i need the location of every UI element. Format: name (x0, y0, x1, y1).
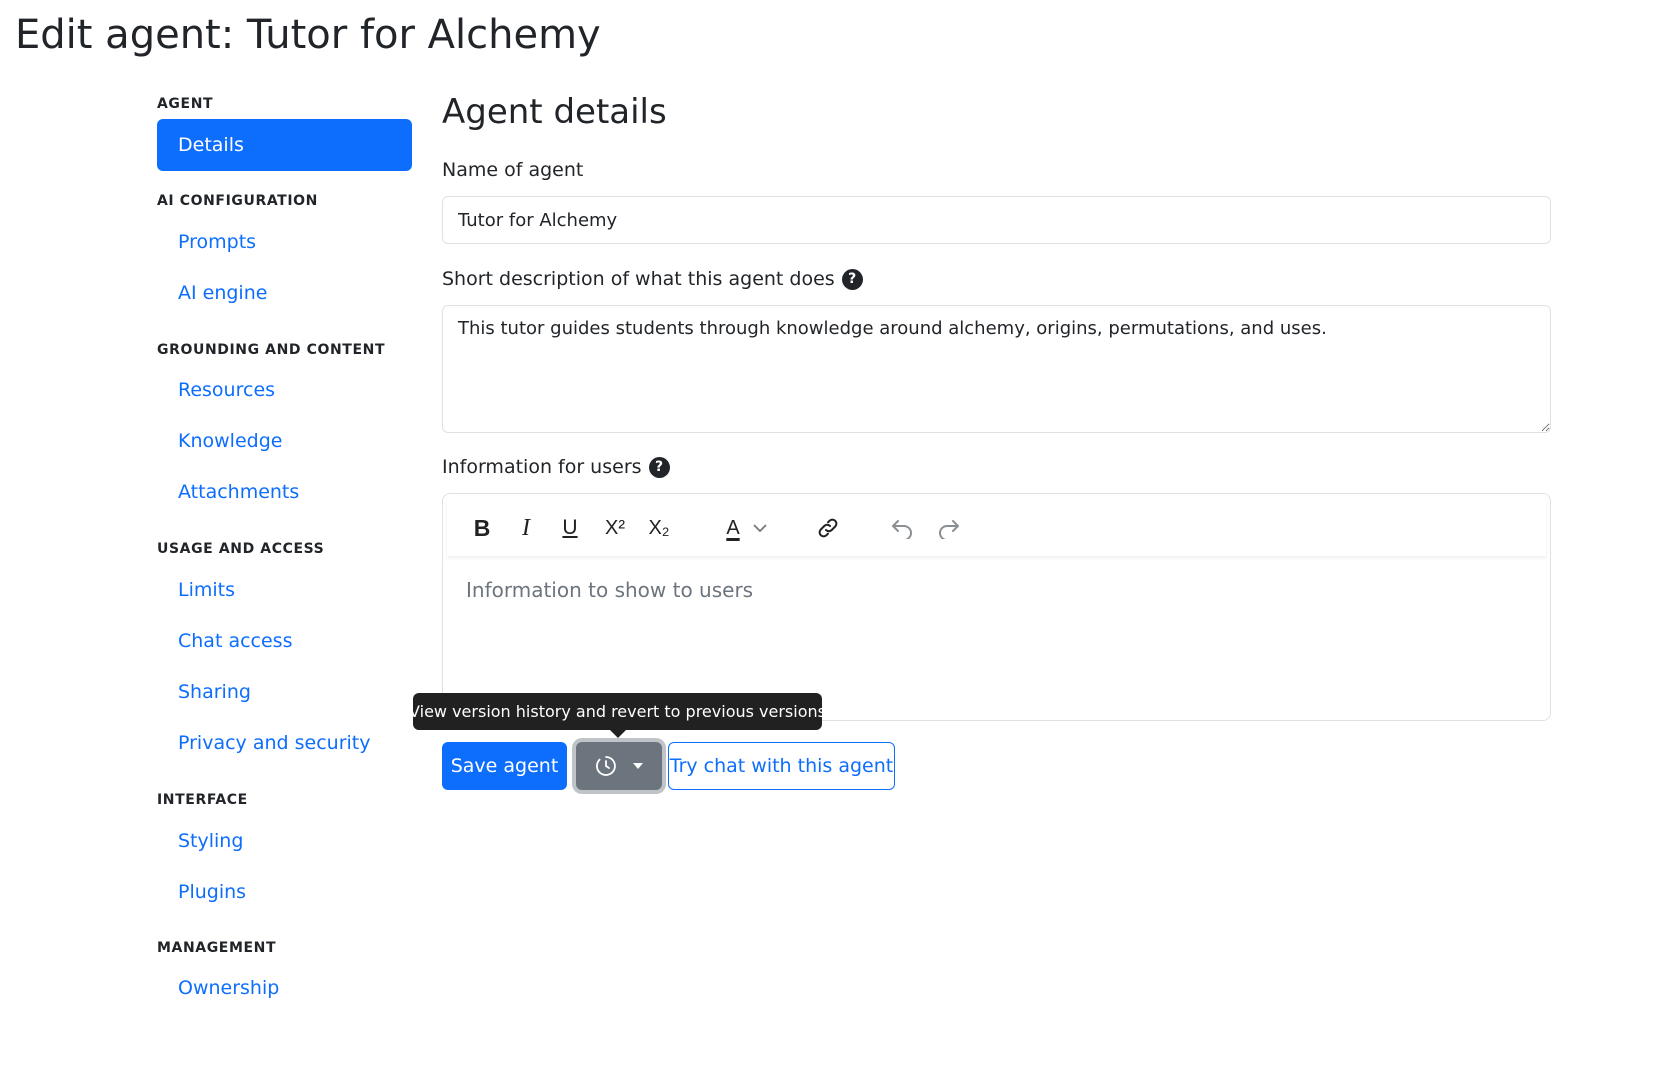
info-field-label-text: Information for users (442, 456, 642, 478)
sidebar-heading-ai-configuration: AI CONFIGURATION (157, 193, 318, 209)
sidebar-item-limits[interactable]: Limits (157, 564, 412, 616)
sidebar-item-resources[interactable]: Resources (157, 364, 412, 416)
editor-toolbar: B I U X² X₂ A (447, 498, 1546, 556)
sidebar-item-ai-engine[interactable]: AI engine (157, 267, 412, 319)
undo-icon[interactable] (884, 508, 920, 548)
underline-button[interactable]: U (552, 508, 588, 548)
sidebar-heading-interface: INTERFACE (157, 792, 248, 808)
sidebar-item-sharing[interactable]: Sharing (157, 666, 412, 718)
description-field-label-text: Short description of what this agent doe… (442, 268, 835, 290)
sidebar-item-attachments[interactable]: Attachments (157, 466, 412, 518)
sidebar-heading-agent: AGENT (157, 96, 214, 112)
sidebar-item-details[interactable]: Details (157, 119, 412, 171)
section-title: Agent details (442, 92, 667, 132)
version-history-button[interactable] (576, 742, 662, 790)
editor-placeholder[interactable]: Information to show to users (466, 578, 753, 602)
page-title: Edit agent: Tutor for Alchemy (15, 12, 601, 58)
font-color-button[interactable]: A (717, 508, 749, 548)
save-agent-button[interactable]: Save agent (442, 742, 567, 790)
try-chat-button[interactable]: Try chat with this agent (668, 742, 895, 790)
name-field-label-text: Name of agent (442, 159, 584, 181)
italic-button[interactable]: I (508, 508, 544, 548)
question-circle-icon[interactable]: ? (841, 268, 863, 290)
sidebar-item-privacy-security[interactable]: Privacy and security (157, 717, 412, 769)
caret-down-icon (632, 762, 644, 770)
superscript-button[interactable]: X² (597, 508, 633, 548)
tooltip-arrow (610, 730, 626, 738)
name-field-label: Name of agent (442, 159, 583, 181)
sidebar-item-styling[interactable]: Styling (157, 815, 412, 867)
subscript-button[interactable]: X₂ (641, 508, 677, 548)
sidebar-item-prompts[interactable]: Prompts (157, 216, 412, 268)
sidebar-item-ownership[interactable]: Ownership (157, 962, 412, 1014)
agent-name-input[interactable] (442, 196, 1551, 244)
sidebar-item-plugins[interactable]: Plugins (157, 866, 412, 918)
info-field-label: Information for users ? (442, 456, 670, 478)
description-field-label: Short description of what this agent doe… (442, 268, 863, 290)
sidebar-item-chat-access[interactable]: Chat access (157, 615, 412, 667)
sidebar-item-knowledge[interactable]: Knowledge (157, 415, 412, 467)
clock-history-icon (594, 754, 618, 778)
link-icon[interactable] (810, 508, 846, 548)
rich-text-editor: B I U X² X₂ A Information to show to use… (442, 493, 1551, 721)
redo-icon[interactable] (931, 508, 967, 548)
bold-button[interactable]: B (464, 508, 500, 548)
sidebar-heading-usage-access: USAGE AND ACCESS (157, 541, 325, 557)
version-history-tooltip: View version history and revert to previ… (409, 693, 826, 730)
sidebar-heading-grounding: GROUNDING AND CONTENT (157, 342, 386, 358)
sidebar-heading-management: MANAGEMENT (157, 940, 277, 956)
description-textarea[interactable]: This tutor guides students through knowl… (442, 305, 1551, 433)
question-circle-icon[interactable]: ? (648, 456, 670, 478)
chevron-down-icon[interactable] (749, 508, 771, 548)
